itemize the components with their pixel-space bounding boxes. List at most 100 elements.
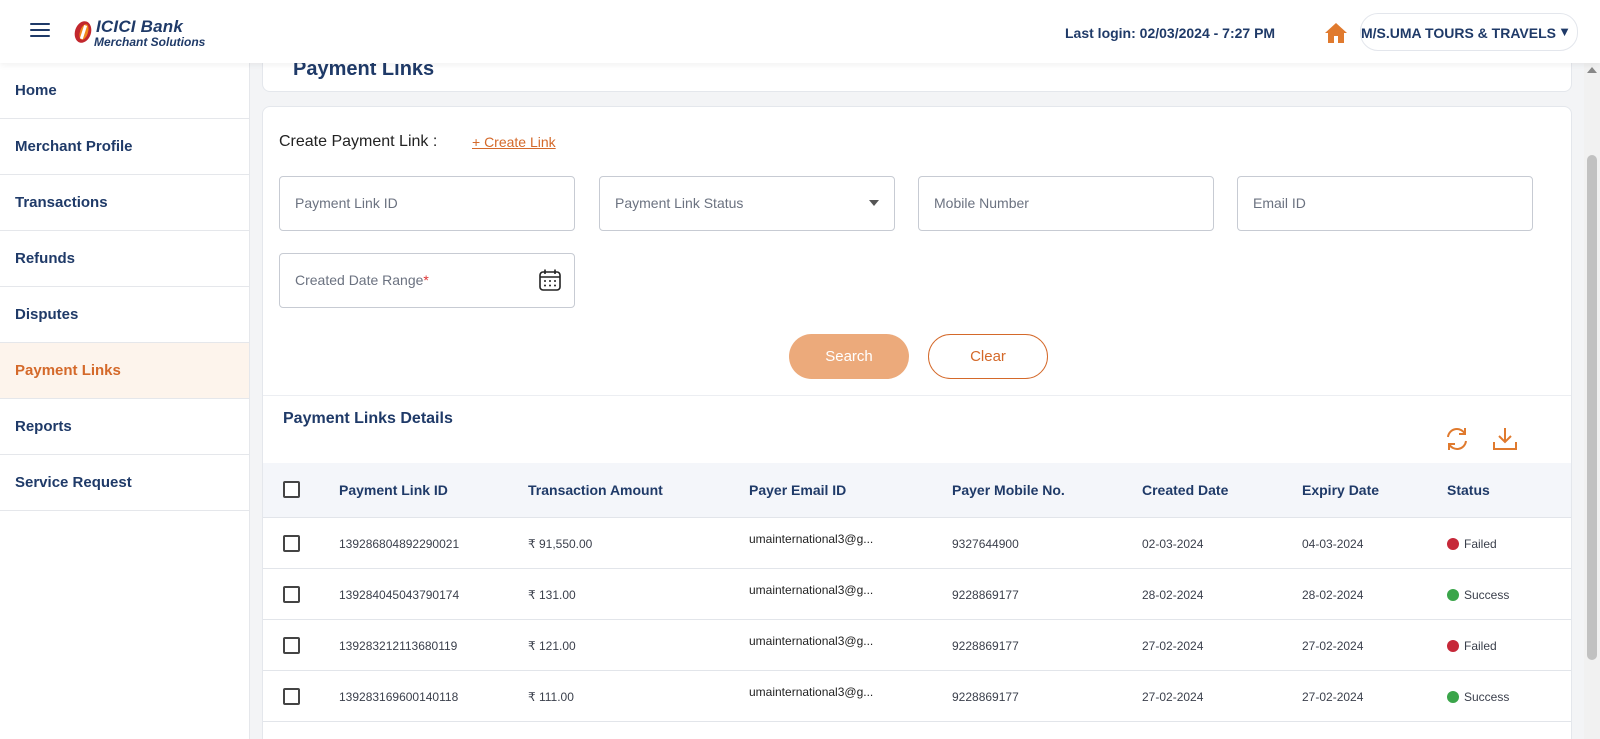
icici-logo-mark-icon (74, 21, 92, 43)
created-date-range-input[interactable]: Created Date Range* (279, 253, 575, 308)
table-row[interactable]: 139283212113680119 ₹ 121.00 umainternati… (263, 620, 1571, 671)
calendar-icon[interactable] (538, 268, 562, 292)
hamburger-menu-icon[interactable] (30, 23, 50, 39)
mobile-cell: 9228869177 (952, 639, 1019, 653)
sidebar-item-service-request[interactable]: Service Request (0, 455, 249, 511)
amount-cell: ₹ 121.00 (528, 639, 576, 653)
table-header: Payment Link ID Transaction Amount Payer… (263, 463, 1571, 518)
table-row[interactable]: 139286804892290021 ₹ 91,550.00 umaintern… (263, 518, 1571, 569)
payment-links-panel: Create Payment Link : + Create Link Paym… (262, 106, 1572, 739)
email-cell: umainternational3@g... (749, 583, 874, 597)
row-checkbox[interactable] (283, 688, 300, 705)
scroll-up-arrow-icon[interactable] (1587, 67, 1597, 73)
column-header-payer-email-id[interactable]: Payer Email ID (749, 482, 846, 498)
mobile-number-input[interactable]: Mobile Number (918, 176, 1214, 231)
select-all-checkbox[interactable] (283, 481, 300, 498)
payment-link-id-placeholder: Payment Link ID (295, 195, 398, 211)
email-cell: umainternational3@g... (749, 685, 874, 699)
expiry-date-cell: 28-02-2024 (1302, 588, 1364, 602)
sidebar-item-transactions[interactable]: Transactions (0, 175, 249, 231)
email-id-placeholder: Email ID (1253, 195, 1306, 211)
chevron-down-icon (869, 200, 879, 206)
expiry-date-cell: 04-03-2024 (1302, 537, 1364, 551)
created-date-range-text: Created Date Range (295, 272, 424, 288)
logo-bank-text: ICICI Bank (96, 17, 184, 36)
last-login-text: Last login: 02/03/2024 - 7:27 PM (1065, 25, 1276, 41)
payment-link-status-placeholder: Payment Link Status (615, 195, 744, 211)
status-failed-dot-icon (1447, 538, 1459, 550)
download-icon[interactable] (1491, 425, 1519, 453)
sidebar-item-home[interactable]: Home (0, 63, 249, 119)
status-label: Failed (1464, 537, 1497, 551)
page-scrollbar[interactable] (1584, 63, 1600, 739)
column-header-status[interactable]: Status (1447, 482, 1490, 498)
top-header: ICICI Bank Merchant Solutions Last login… (0, 0, 1600, 63)
sidebar-item-merchant-profile[interactable]: Merchant Profile (0, 119, 249, 175)
section-divider (263, 395, 1571, 396)
created-date-range-placeholder: Created Date Range* (295, 272, 429, 288)
status-cell: Failed (1447, 537, 1497, 551)
row-checkbox[interactable] (283, 535, 300, 552)
sidebar-item-disputes[interactable]: Disputes (0, 287, 249, 343)
merchant-dropdown[interactable]: M/S.UMA TOURS & TRAVELS ▼ (1360, 13, 1578, 51)
expiry-date-cell: 27-02-2024 (1302, 639, 1364, 653)
mobile-cell: 9228869177 (952, 588, 1019, 602)
required-asterisk: * (423, 272, 429, 288)
payment-link-id-cell: 139283212113680119 (339, 639, 458, 653)
payment-links-details-title: Payment Links Details (283, 410, 453, 427)
column-header-payer-mobile-no[interactable]: Payer Mobile No. (952, 482, 1065, 498)
email-cell: umainternational3@g... (749, 634, 874, 648)
logo-subtitle-text: Merchant Solutions (94, 35, 206, 49)
mobile-number-placeholder: Mobile Number (934, 195, 1029, 211)
status-cell: Failed (1447, 639, 1497, 653)
payment-link-id-cell: 139286804892290021 (339, 537, 460, 551)
email-cell: umainternational3@g... (749, 532, 874, 546)
amount-cell: ₹ 91,550.00 (528, 537, 593, 551)
row-checkbox[interactable] (283, 637, 300, 654)
sidebar-item-payment-links[interactable]: Payment Links (0, 343, 249, 399)
email-id-input[interactable]: Email ID (1237, 176, 1533, 231)
status-success-dot-icon (1447, 691, 1459, 703)
mobile-cell: 9228869177 (952, 690, 1019, 704)
status-label: Success (1464, 690, 1510, 704)
payment-link-status-select[interactable]: Payment Link Status (599, 176, 895, 231)
icici-logo[interactable]: ICICI Bank Merchant Solutions (72, 15, 222, 51)
payment-links-table: Payment Link ID Transaction Amount Payer… (263, 463, 1571, 722)
clear-button[interactable]: Clear (928, 334, 1048, 379)
column-header-created-date[interactable]: Created Date (1142, 482, 1228, 498)
search-button[interactable]: Search (789, 334, 909, 379)
column-header-payment-link-id[interactable]: Payment Link ID (339, 482, 448, 498)
status-cell: Success (1447, 690, 1509, 704)
row-checkbox[interactable] (283, 586, 300, 603)
payment-link-id-cell: 139284045043790174 (339, 588, 460, 602)
table-row[interactable]: 139284045043790174 ₹ 131.00 umainternati… (263, 569, 1571, 620)
create-payment-link-label: Create Payment Link : (279, 133, 438, 150)
sidebar-item-refunds[interactable]: Refunds (0, 231, 249, 287)
scrollbar-thumb[interactable] (1587, 155, 1597, 660)
created-date-cell: 02-03-2024 (1142, 537, 1204, 551)
status-cell: Success (1447, 588, 1509, 602)
table-row[interactable]: 139283169600140118 ₹ 111.00 umainternati… (263, 671, 1571, 722)
status-success-dot-icon (1447, 589, 1459, 601)
caret-down-icon: ▼ (1558, 24, 1571, 39)
status-failed-dot-icon (1447, 640, 1459, 652)
payment-link-id-input[interactable]: Payment Link ID (279, 176, 575, 231)
amount-cell: ₹ 131.00 (528, 588, 576, 602)
created-date-cell: 27-02-2024 (1142, 690, 1204, 704)
sidebar-item-reports[interactable]: Reports (0, 399, 249, 455)
payment-link-id-cell: 139283169600140118 (339, 690, 459, 704)
merchant-name: M/S.UMA TOURS & TRAVELS (1361, 25, 1556, 41)
create-link-button[interactable]: + Create Link (472, 134, 556, 150)
mobile-cell: 9327644900 (952, 537, 1019, 551)
status-label: Success (1464, 588, 1510, 602)
expiry-date-cell: 27-02-2024 (1302, 690, 1364, 704)
column-header-transaction-amount[interactable]: Transaction Amount (528, 482, 663, 498)
column-header-expiry-date[interactable]: Expiry Date (1302, 482, 1379, 498)
status-label: Failed (1464, 639, 1497, 653)
sidebar-nav: Home Merchant Profile Transactions Refun… (0, 63, 250, 739)
refresh-icon[interactable] (1443, 425, 1471, 453)
home-icon[interactable] (1324, 22, 1348, 44)
created-date-cell: 28-02-2024 (1142, 588, 1204, 602)
created-date-cell: 27-02-2024 (1142, 639, 1204, 653)
amount-cell: ₹ 111.00 (528, 690, 574, 704)
